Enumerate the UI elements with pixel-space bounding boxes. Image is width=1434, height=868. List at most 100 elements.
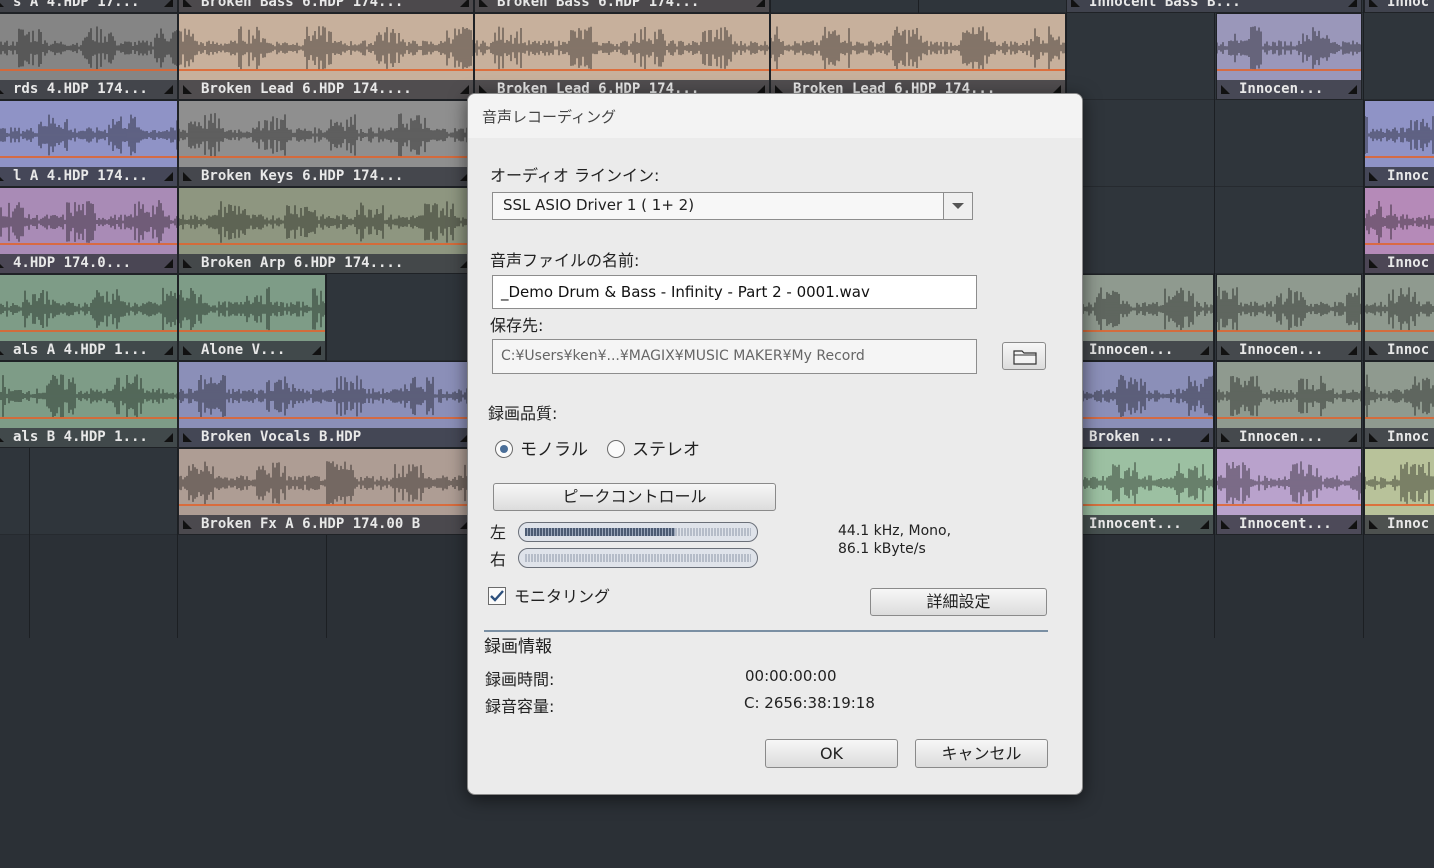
audio-clip[interactable]: Innocen... [1216, 361, 1362, 448]
audio-clip[interactable]: Broken ... [1066, 361, 1214, 448]
audio-clip[interactable]: Innocent Bass B... [1066, 0, 1362, 13]
audio-clip[interactable]: Broken Bass 6.HDP 174... [178, 0, 474, 13]
left-level-fill [525, 528, 675, 536]
left-level-meter [518, 522, 758, 542]
cancel-button[interactable]: キャンセル [915, 739, 1048, 768]
divider [484, 630, 1048, 632]
volume-curve [1067, 417, 1213, 419]
audio-clip[interactable]: Broken Lead 6.HDP 174... [474, 13, 770, 100]
waveform [1067, 374, 1213, 418]
waveform [0, 287, 177, 331]
advanced-settings-button[interactable]: 詳細設定 [870, 588, 1047, 616]
audio-clip[interactable]: Innocen... [1066, 274, 1214, 361]
waveform [179, 287, 325, 331]
clip-label: Broken Lead 6.HDP 174.... [179, 80, 473, 99]
volume-curve [0, 69, 177, 71]
volume-curve [0, 243, 177, 245]
clip-label: Innoc [1365, 341, 1434, 360]
audio-clip[interactable]: als A 4.HDP 1... [0, 274, 178, 361]
volume-curve [0, 156, 177, 158]
volume-curve [1365, 417, 1434, 419]
clip-label: Alone V... [179, 341, 325, 360]
volume-curve [1217, 504, 1361, 506]
volume-curve [1217, 330, 1361, 332]
volume-curve [1365, 156, 1434, 158]
waveform [0, 374, 177, 418]
waveform [475, 26, 769, 70]
audio-clip[interactable]: rds 4.HDP 174... [0, 13, 178, 100]
volume-curve [1217, 69, 1361, 71]
waveform [1365, 116, 1434, 154]
clip-label: Broken Fx A 6.HDP 174.00 B [179, 515, 473, 534]
dialog-titlebar[interactable]: 音声レコーディング [468, 94, 1082, 138]
monitoring-label: モニタリング [514, 587, 611, 606]
waveform [1217, 26, 1361, 70]
clip-label: als B 4.HDP 1... [0, 428, 177, 447]
folder-icon [1013, 350, 1037, 365]
clip-label: Broken ... [1067, 428, 1213, 447]
volume-curve [1217, 417, 1361, 419]
audio-clip[interactable]: Innoc [1364, 274, 1434, 361]
volume-curve [771, 69, 1065, 71]
dialog-title: 音声レコーディング [482, 108, 616, 126]
clip-label: Innocen... [1217, 428, 1361, 447]
mono-radio[interactable] [495, 440, 513, 458]
audio-clip[interactable]: Innoc [1364, 100, 1434, 187]
audio-clip[interactable]: Broken Lead 6.HDP 174... [770, 13, 1066, 100]
clip-label: Innocen... [1217, 80, 1361, 99]
waveform [1365, 200, 1434, 244]
volume-curve [1067, 504, 1213, 506]
waveform [1365, 287, 1434, 331]
clip-label: Broken Keys 6.HDP 174... [179, 167, 473, 186]
stereo-radio[interactable] [607, 440, 625, 458]
audio-clip[interactable]: Innoc [1364, 361, 1434, 448]
audio-clip[interactable]: Broken Vocals B.HDP [178, 361, 474, 448]
volume-curve [1365, 243, 1434, 245]
audio-clip[interactable]: Alone V... [178, 274, 326, 361]
format-info-line2: 86.1 kByte/s [838, 541, 926, 557]
clip-label: Innocent... [1067, 515, 1213, 534]
waveform [1365, 462, 1434, 504]
clip-label: Innoc [1365, 515, 1434, 534]
audio-clip[interactable]: Broken Fx A 6.HDP 174.00 B [178, 448, 474, 535]
audio-line-in-select[interactable]: SSL ASIO Driver 1 ( 1+ 2) [492, 192, 973, 220]
chevron-down-icon[interactable] [943, 193, 972, 219]
audio-clip[interactable]: Innocen... [1216, 274, 1362, 361]
audio-clip[interactable]: Innocen... [1216, 13, 1362, 100]
audio-clip[interactable]: Broken Lead 6.HDP 174.... [178, 13, 474, 100]
recording-info-header: 録画情報 [484, 637, 552, 657]
file-name-input[interactable]: _Demo Drum & Bass - Infinity - Part 2 - … [492, 275, 977, 309]
browse-folder-button[interactable] [1002, 342, 1046, 370]
ok-button[interactable]: OK [765, 739, 898, 768]
audio-clip[interactable]: Innoc [1364, 448, 1434, 535]
audio-clip[interactable]: Innocent... [1066, 448, 1214, 535]
waveform [1217, 375, 1361, 417]
audio-recording-dialog: 音声レコーディング オーディオ ラインイン: SSL ASIO Driver 1… [467, 93, 1083, 795]
audio-clip[interactable]: l A 4.HDP 174... [0, 100, 178, 187]
audio-clip[interactable]: Broken Keys 6.HDP 174... [178, 100, 474, 187]
format-info-line1: 44.1 kHz, Mono, [838, 523, 952, 539]
volume-curve [1067, 330, 1213, 332]
monitoring-checkbox[interactable] [488, 587, 506, 605]
audio-clip[interactable]: 4.HDP 174.0... [0, 187, 178, 274]
audio-clip[interactable]: Innoc [1364, 187, 1434, 274]
audio-clip[interactable]: als B 4.HDP 1... [0, 361, 178, 448]
audio-clip[interactable]: Innoc [1364, 0, 1434, 13]
clip-label: Innoc [1365, 428, 1434, 447]
audio-clip[interactable]: Broken Arp 6.HDP 174.... [178, 187, 474, 274]
clip-label: Innoc [1365, 0, 1434, 12]
audio-clip[interactable]: Innocent... [1216, 448, 1362, 535]
volume-curve [1365, 504, 1434, 506]
clip-label: rds 4.HDP 174... [0, 80, 177, 99]
audio-clip[interactable]: Broken Bass 6.HDP 174... [474, 0, 770, 13]
peak-control-button[interactable]: ピークコントロール [493, 483, 776, 511]
save-location-input[interactable]: C:¥Users¥ken¥...¥MAGIX¥MUSIC MAKER¥My Re… [492, 339, 977, 374]
clip-label: l A 4.HDP 174... [0, 167, 177, 186]
clip-label: Innocen... [1067, 341, 1213, 360]
volume-curve [179, 417, 473, 419]
clip-label: Innocen... [1217, 341, 1361, 360]
audio-clip[interactable]: s A 4.HDP 17... [0, 0, 178, 13]
waveform [179, 26, 473, 70]
waveform [179, 201, 473, 243]
stereo-label: ステレオ [632, 440, 700, 460]
